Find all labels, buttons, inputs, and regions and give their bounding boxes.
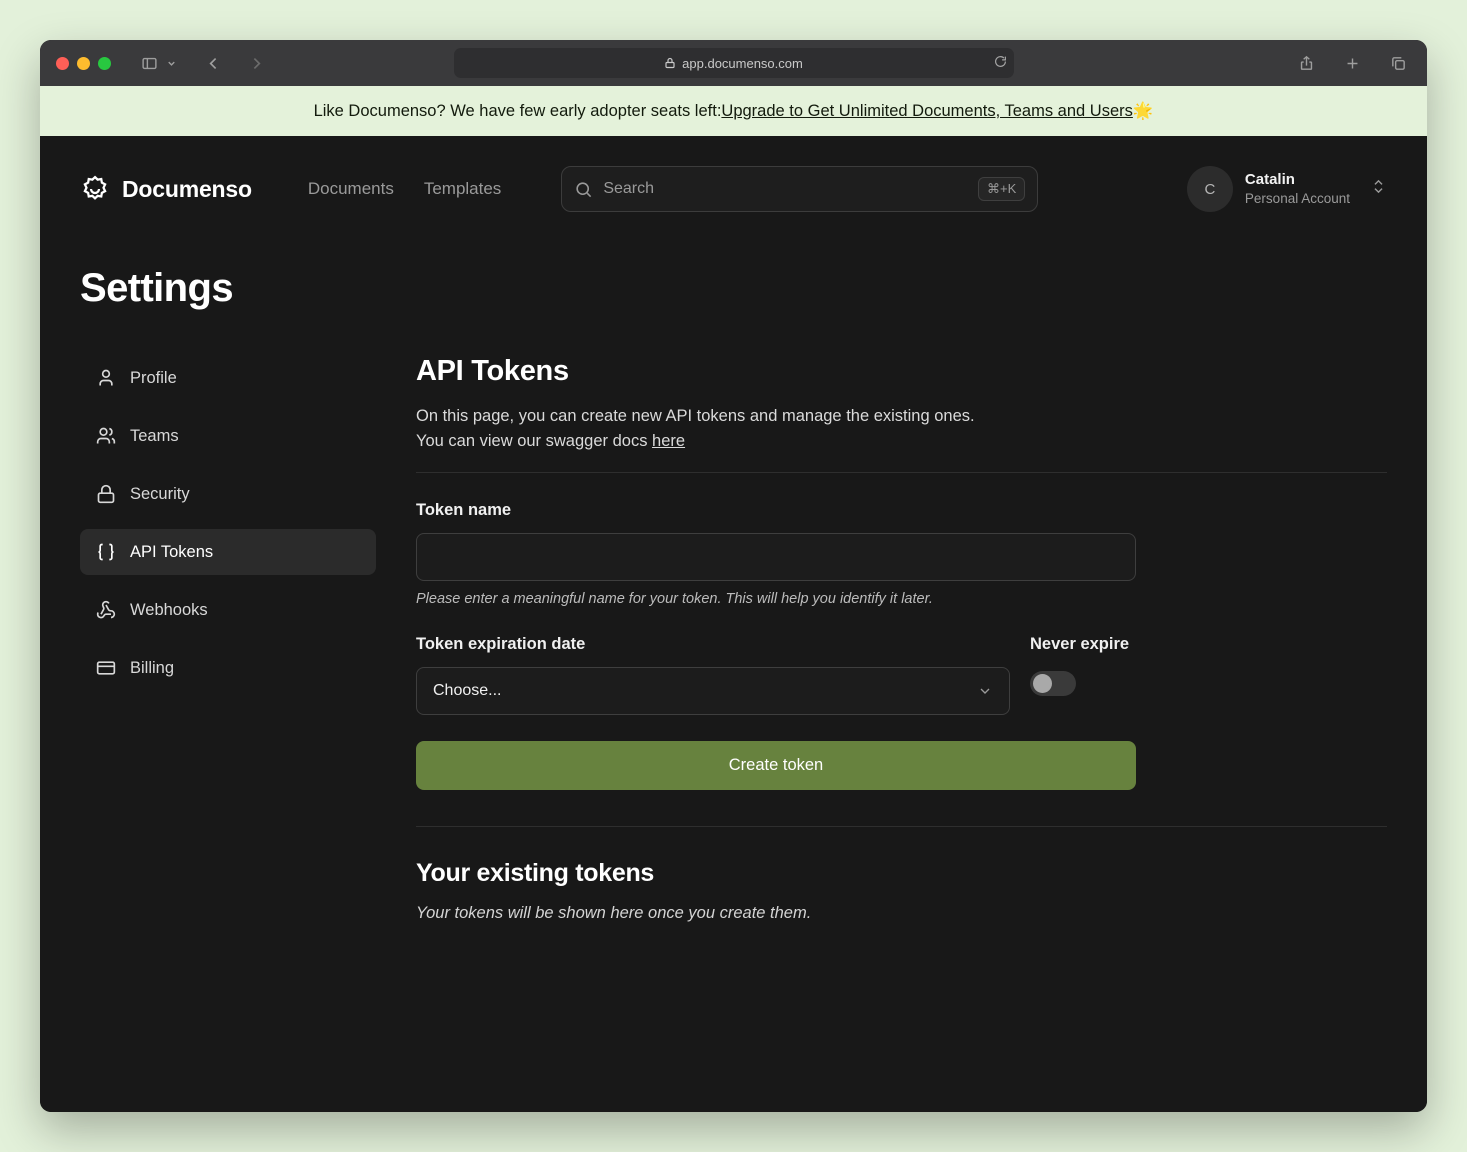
tab-overview-icon[interactable] bbox=[1386, 51, 1411, 76]
docs-text: You can view our swagger docs bbox=[416, 432, 652, 450]
divider bbox=[416, 472, 1387, 473]
reload-icon[interactable] bbox=[994, 55, 1007, 71]
user-icon bbox=[96, 368, 116, 388]
api-tokens-panel: API Tokens On this page, you can create … bbox=[416, 355, 1387, 923]
account-name: Catalin bbox=[1245, 170, 1350, 190]
tls-lock-icon bbox=[664, 57, 676, 69]
avatar: C bbox=[1187, 166, 1233, 212]
braces-icon bbox=[96, 542, 116, 562]
sidebar-toggle-icon[interactable] bbox=[137, 51, 162, 76]
create-token-button[interactable]: Create token bbox=[416, 741, 1136, 790]
expiration-label: Token expiration date bbox=[416, 635, 1010, 654]
account-menu[interactable]: C Catalin Personal Account bbox=[1187, 166, 1387, 212]
search-input[interactable]: Search ⌘+K bbox=[561, 166, 1038, 212]
never-expire-toggle[interactable] bbox=[1030, 671, 1076, 696]
upgrade-link[interactable]: Upgrade to Get Unlimited Documents, Team… bbox=[721, 102, 1132, 121]
page-title: Settings bbox=[80, 266, 1387, 311]
share-icon[interactable] bbox=[1294, 51, 1319, 76]
sidebar-item-label: API Tokens bbox=[130, 543, 213, 562]
search-shortcut-badge: ⌘+K bbox=[978, 177, 1025, 201]
never-expire-label: Never expire bbox=[1030, 635, 1136, 654]
sidebar-item-label: Security bbox=[130, 485, 190, 504]
settings-nav: Profile Teams Security API Tokens Webhoo… bbox=[80, 355, 376, 923]
sidebar-item-api-tokens[interactable]: API Tokens bbox=[80, 529, 376, 575]
sidebar-item-label: Billing bbox=[130, 659, 174, 678]
sidebar-item-teams[interactable]: Teams bbox=[80, 413, 376, 459]
promo-banner: Like Documenso? We have few early adopte… bbox=[40, 86, 1427, 136]
nav-documents[interactable]: Documents bbox=[308, 179, 394, 199]
tab-overview-chevron-icon[interactable] bbox=[162, 54, 181, 73]
account-type: Personal Account bbox=[1245, 190, 1350, 208]
browser-chrome: app.documenso.com bbox=[40, 40, 1427, 86]
token-name-input[interactable] bbox=[416, 533, 1136, 581]
brand-name: Documenso bbox=[122, 176, 252, 203]
browser-window: app.documenso.com Like Documenso? We hav… bbox=[40, 40, 1427, 1112]
existing-tokens-title: Your existing tokens bbox=[416, 859, 1387, 888]
token-name-label: Token name bbox=[416, 501, 1136, 520]
credit-card-icon bbox=[96, 658, 116, 678]
sidebar-item-webhooks[interactable]: Webhooks bbox=[80, 587, 376, 633]
users-icon bbox=[96, 426, 116, 446]
expiration-value: Choose... bbox=[433, 682, 501, 700]
sidebar-item-label: Webhooks bbox=[130, 601, 208, 620]
address-bar[interactable]: app.documenso.com bbox=[454, 48, 1014, 78]
sidebar-item-billing[interactable]: Billing bbox=[80, 645, 376, 691]
search-placeholder: Search bbox=[603, 180, 654, 198]
url-text: app.documenso.com bbox=[682, 56, 803, 71]
sidebar-item-profile[interactable]: Profile bbox=[80, 355, 376, 401]
sidebar-item-label: Teams bbox=[130, 427, 179, 446]
divider bbox=[416, 826, 1387, 827]
token-name-help: Please enter a meaningful name for your … bbox=[416, 591, 1136, 607]
back-button[interactable] bbox=[201, 51, 226, 76]
section-title: API Tokens bbox=[416, 355, 1387, 388]
existing-tokens-empty-text: Your tokens will be shown here once you … bbox=[416, 904, 1387, 923]
expiration-select[interactable]: Choose... bbox=[416, 667, 1010, 715]
zoom-window-button[interactable] bbox=[98, 57, 111, 70]
documenso-logo-icon bbox=[80, 174, 110, 204]
toggle-knob bbox=[1033, 674, 1052, 693]
app-header: Documenso Documents Templates Search ⌘+K… bbox=[80, 136, 1387, 242]
sidebar-item-security[interactable]: Security bbox=[80, 471, 376, 517]
webhook-icon bbox=[96, 600, 116, 620]
nav-templates[interactable]: Templates bbox=[424, 179, 501, 199]
close-window-button[interactable] bbox=[56, 57, 69, 70]
lock-icon bbox=[96, 484, 116, 504]
new-tab-icon[interactable] bbox=[1340, 51, 1365, 76]
swagger-docs-link[interactable]: here bbox=[652, 432, 685, 450]
create-token-form: Token name Please enter a meaningful nam… bbox=[416, 501, 1136, 790]
documenso-app: Documenso Documents Templates Search ⌘+K… bbox=[40, 136, 1427, 1112]
star-emoji: 🌟 bbox=[1133, 102, 1154, 121]
search-icon bbox=[574, 180, 593, 199]
chevron-down-icon bbox=[977, 683, 993, 699]
forward-button[interactable] bbox=[244, 51, 269, 76]
section-description: On this page, you can create new API tok… bbox=[416, 407, 975, 425]
minimize-window-button[interactable] bbox=[77, 57, 90, 70]
traffic-lights bbox=[56, 57, 111, 70]
chevrons-up-down-icon bbox=[1370, 178, 1387, 200]
sidebar-item-label: Profile bbox=[130, 369, 177, 388]
top-nav: Documents Templates bbox=[308, 179, 501, 199]
promo-text: Like Documenso? We have few early adopte… bbox=[314, 102, 722, 121]
brand[interactable]: Documenso bbox=[80, 174, 252, 204]
